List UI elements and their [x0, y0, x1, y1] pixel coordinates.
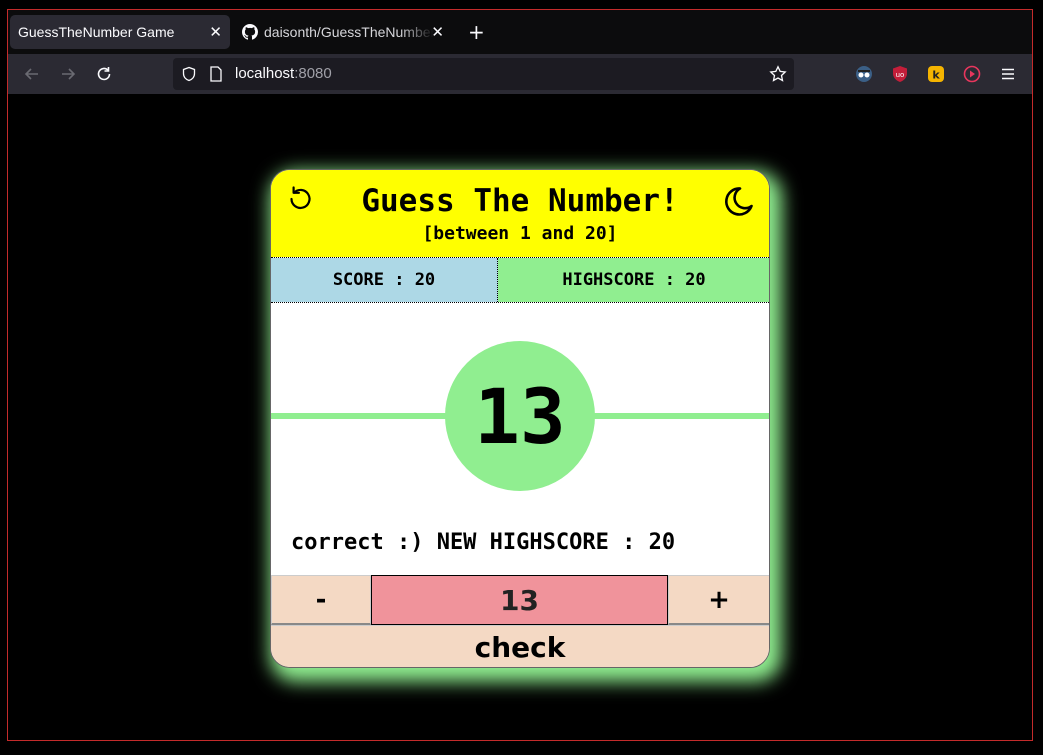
decrement-button[interactable]: -: [271, 575, 371, 625]
status-message: correct :) NEW HIGHSCORE : 20: [291, 530, 676, 555]
secret-number-circle: 13: [445, 341, 595, 491]
bookmark-star-icon[interactable]: [769, 65, 787, 83]
reload-icon[interactable]: [94, 64, 114, 84]
tab-label: GuessTheNumber Game: [18, 24, 175, 40]
tab-strip: GuessTheNumber Game ✕ daisonth/GuessTheN…: [8, 10, 1032, 54]
url-text[interactable]: localhost:8080: [235, 65, 332, 82]
tab-label: daisonth/GuessTheNumber: [264, 24, 434, 40]
extension-glasses-icon[interactable]: [855, 65, 873, 83]
extension-play-icon[interactable]: [963, 65, 981, 83]
game-title: Guess The Number!: [361, 183, 679, 219]
extension-k-icon[interactable]: k: [927, 65, 945, 83]
tab-github[interactable]: daisonth/GuessTheNumber ✕: [240, 15, 452, 49]
new-tab-plus-icon[interactable]: +: [468, 22, 485, 42]
close-tab-icon[interactable]: ✕: [431, 23, 444, 41]
github-icon: [242, 24, 258, 40]
guess-controls: - +: [271, 575, 769, 625]
url-bar[interactable]: localhost:8080: [173, 58, 794, 90]
svg-text:uo: uo: [896, 71, 905, 79]
forward-arrow-icon[interactable]: [58, 64, 78, 84]
ublock-origin-icon[interactable]: uo: [891, 65, 909, 83]
game-card: Guess The Number! [between 1 and 20] SCO…: [270, 169, 770, 668]
page-icon[interactable]: [209, 66, 223, 82]
hamburger-menu-icon[interactable]: [999, 65, 1017, 83]
guess-input[interactable]: [371, 575, 668, 625]
highscore-label: HIGHSCORE : 20: [498, 258, 769, 302]
check-button[interactable]: check: [271, 625, 769, 667]
card-header: Guess The Number! [between 1 and 20]: [271, 170, 769, 257]
shield-icon[interactable]: [181, 66, 197, 82]
tab-guess-game[interactable]: GuessTheNumber Game ✕: [10, 15, 230, 49]
close-tab-icon[interactable]: ✕: [209, 23, 222, 41]
navigation-bar: localhost:8080 uo k: [8, 54, 1032, 94]
scores-bar: SCORE : 20 HIGHSCORE : 20: [271, 257, 769, 303]
increment-button[interactable]: +: [668, 575, 769, 625]
back-arrow-icon[interactable]: [22, 64, 42, 84]
moon-icon[interactable]: [720, 184, 756, 220]
game-subtitle: [between 1 and 20]: [422, 223, 618, 244]
score-label: SCORE : 20: [271, 258, 498, 302]
svg-text:k: k: [932, 69, 940, 82]
